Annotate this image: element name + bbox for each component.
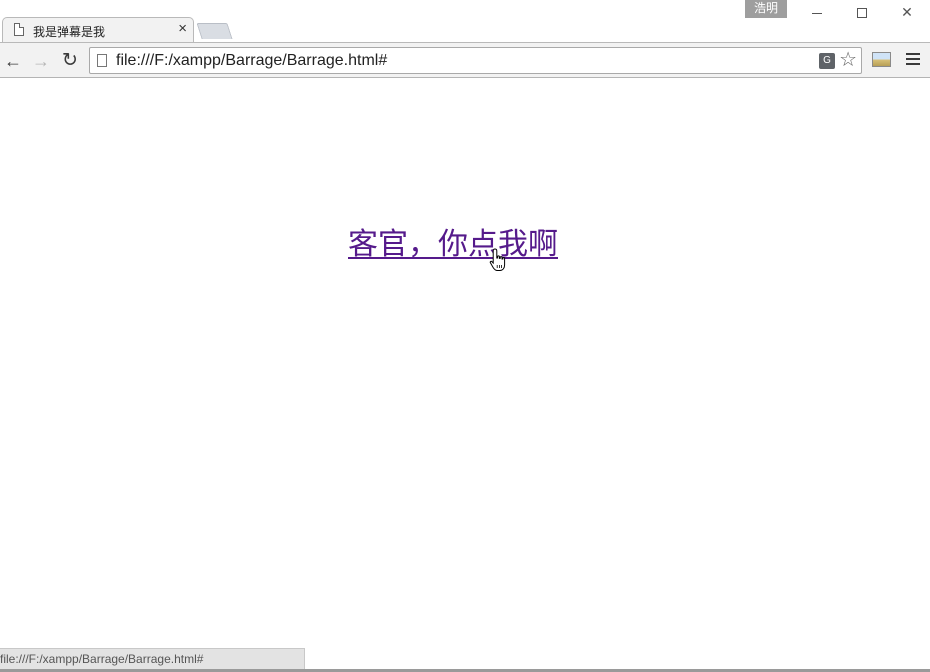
maximize-icon bbox=[857, 8, 867, 19]
title-bar: 我是弹幕是我 × 浩明 ✕ bbox=[0, 0, 930, 42]
new-tab-button[interactable] bbox=[196, 23, 233, 39]
close-window-button[interactable]: ✕ bbox=[885, 0, 929, 24]
active-tab[interactable]: 我是弹幕是我 × bbox=[2, 17, 194, 42]
hand-cursor-icon bbox=[489, 248, 506, 271]
back-arrow-icon[interactable]: ← bbox=[0, 48, 26, 74]
translate-icon[interactable]: G bbox=[819, 53, 835, 69]
status-bubble: file:///F:/xampp/Barrage/Barrage.html# bbox=[0, 648, 305, 670]
bookmark-star-icon[interactable]: ☆ bbox=[839, 49, 857, 71]
page-icon bbox=[14, 23, 24, 36]
reload-icon[interactable]: ↻ bbox=[57, 48, 83, 74]
browser-window: 我是弹幕是我 × 浩明 ✕ ← → ↻ file:///F:/xampp/Bar… bbox=[0, 0, 930, 672]
tab-close-icon[interactable]: × bbox=[178, 21, 187, 37]
address-bar[interactable]: file:///F:/xampp/Barrage/Barrage.html# G… bbox=[89, 47, 862, 74]
maximize-button[interactable] bbox=[840, 0, 884, 24]
tab-title: 我是弹幕是我 bbox=[33, 25, 106, 39]
forward-arrow-icon[interactable]: → bbox=[28, 48, 54, 74]
barrage-link[interactable]: 客官，你点我啊 bbox=[348, 219, 558, 263]
address-url[interactable]: file:///F:/xampp/Barrage/Barrage.html# bbox=[116, 52, 387, 70]
minimize-button[interactable] bbox=[795, 0, 839, 24]
minimize-icon bbox=[812, 12, 822, 14]
extension-image-icon[interactable] bbox=[872, 52, 891, 67]
page-info-icon[interactable] bbox=[97, 54, 107, 67]
menu-icon[interactable] bbox=[906, 53, 920, 67]
profile-badge[interactable]: 浩明 bbox=[745, 0, 787, 18]
page-content: 客官，你点我啊 bbox=[0, 79, 930, 648]
toolbar: ← → ↻ file:///F:/xampp/Barrage/Barrage.h… bbox=[0, 42, 930, 78]
